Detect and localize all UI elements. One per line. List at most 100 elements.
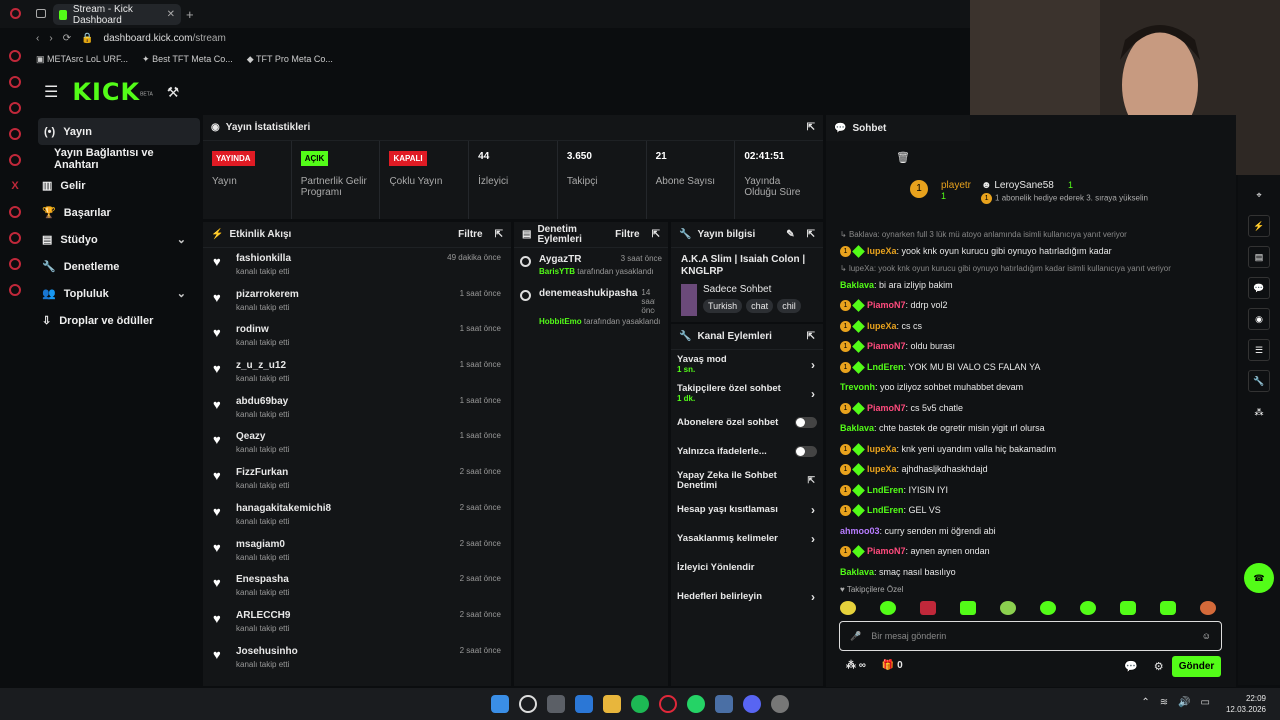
- settings-icon[interactable]: [9, 284, 21, 296]
- sidebar-app-icon[interactable]: [9, 258, 21, 270]
- emote-icon[interactable]: [840, 601, 856, 615]
- nav-basarilar[interactable]: 🏆 Başarılar: [30, 199, 200, 226]
- filter-button[interactable]: Filtre: [458, 229, 482, 240]
- mod-by[interactable]: HobbitEmo: [539, 317, 582, 326]
- filter-button[interactable]: Filtre: [615, 229, 639, 240]
- whatsapp-icon[interactable]: [687, 695, 705, 713]
- edit-icon[interactable]: ✎: [786, 229, 794, 240]
- channel-action-row[interactable]: Hesap yaşı kısıtlaması ›: [671, 495, 823, 524]
- channel-action-row[interactable]: Yasaklanmış kelimeler ›: [671, 524, 823, 553]
- chat-username[interactable]: LndEren: [867, 485, 904, 495]
- follower-name[interactable]: ARLECCH9: [236, 610, 290, 621]
- sidebar-app-icon[interactable]: [9, 206, 21, 218]
- chat-username[interactable]: LndEren: [867, 362, 904, 372]
- volume-icon[interactable]: 🔊: [1178, 697, 1190, 708]
- menu-icon[interactable]: ☰: [44, 82, 58, 102]
- chat-username[interactable]: lupeXa: [867, 444, 897, 454]
- toggle-switch[interactable]: [795, 417, 817, 428]
- bookmark-1[interactable]: ▣ METAsrc LoL URF...: [30, 54, 128, 65]
- nav-denetleme[interactable]: 🔧 Denetleme: [30, 253, 200, 280]
- follower-name[interactable]: abdu69bay: [236, 396, 289, 407]
- wifi-icon[interactable]: ≋: [1160, 697, 1168, 708]
- popout-icon[interactable]: ⇱: [807, 229, 815, 240]
- category-name[interactable]: Sadece Sohbet: [703, 284, 813, 295]
- bookmark-2[interactable]: ✦ Best TFT Meta Co...: [142, 54, 233, 65]
- chat-username[interactable]: PiamoN7: [867, 403, 906, 413]
- chat-username[interactable]: Baklava: [840, 280, 874, 290]
- folder-icon[interactable]: [603, 695, 621, 713]
- opera-icon[interactable]: [659, 695, 677, 713]
- chat-username[interactable]: ahmoo03: [840, 526, 880, 536]
- follower-name[interactable]: Enespasha: [236, 574, 289, 585]
- emote-icon[interactable]: [1080, 601, 1096, 615]
- kick-logo[interactable]: KICKBETA: [72, 78, 152, 106]
- browser-tab-active[interactable]: Stream - Kick Dashboard ✕: [53, 4, 181, 26]
- windows-start-icon[interactable]: [491, 695, 509, 713]
- mod-by[interactable]: BarisYTB: [539, 267, 575, 276]
- history-icon[interactable]: [9, 232, 21, 244]
- store-icon[interactable]: [547, 695, 565, 713]
- popout-icon[interactable]: ⇱: [807, 331, 815, 342]
- sidebar-app-icon[interactable]: [9, 154, 21, 166]
- send-button[interactable]: Gönder: [1172, 656, 1221, 677]
- emote-icon[interactable]: [1200, 601, 1216, 615]
- popout-icon[interactable]: ⇱: [807, 122, 815, 133]
- forward-icon[interactable]: ›: [49, 33, 52, 44]
- channel-action-row[interactable]: Hedefleri belirleyin ›: [671, 582, 823, 611]
- emote-icon[interactable]: [920, 601, 936, 615]
- channel-action-row[interactable]: Abonelere özel sohbet: [671, 408, 823, 437]
- chat-username[interactable]: lupeXa: [867, 321, 897, 331]
- chat-username[interactable]: lupeXa: [867, 246, 897, 256]
- discord-icon[interactable]: [743, 695, 761, 713]
- chat-username[interactable]: Baklava: [840, 423, 874, 433]
- nav-gelir[interactable]: ▥ Gelir: [30, 172, 200, 199]
- tab-menu-icon[interactable]: [36, 9, 46, 18]
- follower-name[interactable]: msagiam0: [236, 539, 289, 550]
- follower-name[interactable]: Josehusinho: [236, 646, 298, 657]
- app-icon[interactable]: [771, 695, 789, 713]
- popout-icon[interactable]: ⇱: [495, 229, 503, 240]
- reload-icon[interactable]: ⟳: [63, 33, 71, 44]
- x-icon[interactable]: X: [11, 180, 18, 192]
- emote-icon[interactable]: [1000, 601, 1016, 615]
- wrench-icon[interactable]: 🔧: [1248, 370, 1270, 392]
- chat-username[interactable]: lupeXa: [867, 464, 897, 474]
- chat-username[interactable]: LndEren: [867, 505, 904, 515]
- mod-user[interactable]: AygazTR: [539, 254, 581, 265]
- chat-input[interactable]: 🎤 Bir mesaj gönderin ☺: [839, 621, 1222, 651]
- document-icon[interactable]: ▤: [1248, 246, 1270, 268]
- system-clock[interactable]: 22:09 12.03.2026: [1226, 693, 1266, 715]
- list-icon[interactable]: ☰: [1248, 339, 1270, 361]
- new-tab-icon[interactable]: +: [186, 7, 194, 22]
- nav-topluluk[interactable]: 👥 Topluluk ⌄: [30, 280, 200, 307]
- emote-icon[interactable]: [960, 601, 976, 615]
- chat-username[interactable]: PiamoN7: [867, 546, 906, 556]
- sidebar-app-icon[interactable]: [9, 102, 21, 114]
- tag[interactable]: chat: [746, 299, 774, 313]
- category-thumbnail[interactable]: [681, 284, 697, 316]
- channel-action-row[interactable]: Yapay Zeka ile Sohbet Denetimi ⇱: [671, 466, 823, 495]
- trash-icon[interactable]: 🗑: [896, 151, 910, 164]
- opera-icon[interactable]: [10, 8, 21, 19]
- outlook-icon[interactable]: [575, 695, 593, 713]
- bolt-icon[interactable]: ⚡: [1248, 215, 1270, 237]
- follower-name[interactable]: hanagakitakemichi8: [236, 503, 331, 514]
- community-icon[interactable]: ⁂: [1248, 401, 1270, 423]
- bookmark-3[interactable]: ◆ TFT Pro Meta Co...: [247, 54, 333, 65]
- top-gifter-name[interactable]: playetr: [941, 180, 971, 191]
- back-icon[interactable]: ‹: [36, 33, 39, 44]
- microphone-icon[interactable]: 🎤: [850, 631, 861, 642]
- gift-counter[interactable]: 🎁 0: [882, 660, 903, 671]
- mod-user[interactable]: denemeashukipasha: [539, 288, 637, 315]
- emote-icon[interactable]: [1040, 601, 1056, 615]
- popout-icon[interactable]: ⇱: [652, 229, 660, 240]
- sidebar-app-icon[interactable]: [9, 50, 21, 62]
- channel-action-row[interactable]: İzleyici Yönlendir: [671, 553, 823, 582]
- emote-icon[interactable]: [880, 601, 896, 615]
- chat-username[interactable]: Trevonh: [840, 382, 875, 392]
- second-gifter-name[interactable]: LeroySane58: [994, 180, 1054, 191]
- spotify-icon[interactable]: [631, 695, 649, 713]
- broadcast-icon[interactable]: ◉: [1248, 308, 1270, 330]
- external-link-icon[interactable]: ⇱: [807, 475, 815, 486]
- support-icon[interactable]: ☎: [1244, 563, 1274, 593]
